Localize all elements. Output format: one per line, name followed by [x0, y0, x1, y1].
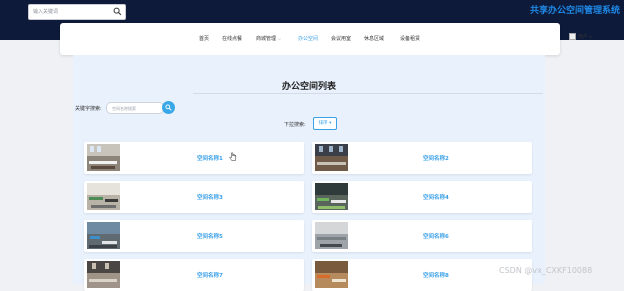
space-thumbnail[interactable] — [315, 222, 348, 249]
keyword-field[interactable] — [106, 102, 164, 114]
watermark: CSDN @vx_CXKF10088 — [499, 266, 593, 275]
space-thumbnail[interactable] — [315, 183, 348, 210]
space-name[interactable]: 空间名称6 — [423, 232, 503, 240]
nav-bar: 首页 在线点餐 商城管理 ⌵ 办公空间 会议用室 休息区域 设备租赁 用户 ▾ — [60, 23, 592, 55]
sort-dropdown-value: 排序 — [318, 121, 328, 126]
space-name[interactable]: 空间名称1 — [197, 154, 277, 162]
space-name[interactable]: 空间名称8 — [423, 271, 503, 279]
search-input[interactable] — [33, 6, 109, 18]
space-thumbnail[interactable] — [87, 144, 120, 171]
space-thumbnail[interactable] — [315, 144, 348, 171]
nav-item-mall[interactable]: 商城管理 ⌵ — [256, 35, 281, 42]
space-card[interactable]: 空间名称4 — [312, 181, 532, 213]
search-icon — [165, 104, 172, 111]
space-name[interactable]: 空间名称7 — [197, 271, 277, 279]
space-name[interactable]: 空间名称3 — [197, 193, 277, 201]
caret-down-icon: ▾ — [589, 34, 592, 39]
nav-item-order[interactable]: 在线点餐 — [222, 35, 242, 42]
main-content: 办公空间列表 关键字搜索: 下拉搜索: 排序 ▾ 空间名称1 空间名称2 — [73, 55, 545, 291]
caret-down-icon: ▾ — [329, 121, 332, 126]
space-name[interactable]: 空间名称4 — [423, 193, 503, 201]
sort-dropdown[interactable]: 排序 ▾ — [313, 117, 337, 130]
space-thumbnail[interactable] — [87, 222, 120, 249]
avatar-icon — [569, 33, 576, 40]
nav-item-meeting[interactable]: 会议用室 — [331, 35, 351, 42]
nav-item-home[interactable]: 首页 — [199, 35, 209, 42]
nav-item-rest[interactable]: 休息区域 — [364, 35, 384, 42]
space-card[interactable]: 空间名称8 — [312, 259, 532, 291]
space-card[interactable]: 空间名称7 — [84, 259, 304, 291]
keyword-label: 关键字搜索: — [75, 106, 102, 112]
user-label: 用户 — [578, 34, 589, 40]
keyword-search-button[interactable] — [162, 101, 175, 114]
space-name[interactable]: 空间名称2 — [423, 154, 503, 162]
dropdown-label: 下拉搜索: — [284, 122, 306, 128]
nav-item-mall-label: 商城管理 — [256, 36, 277, 42]
search-icon[interactable] — [113, 7, 122, 16]
title-divider — [193, 93, 543, 94]
space-thumbnail[interactable] — [87, 183, 120, 210]
nav-item-rental[interactable]: 设备租赁 — [400, 35, 420, 42]
space-card[interactable]: 空间名称5 — [84, 220, 304, 252]
keyword-input[interactable] — [112, 103, 160, 113]
search-box[interactable] — [28, 4, 126, 20]
chevron-down-icon: ⌵ — [278, 36, 282, 41]
space-name[interactable]: 空间名称5 — [197, 232, 277, 240]
nav-item-office[interactable]: 办公空间 — [298, 35, 318, 42]
hand-cursor-icon — [229, 152, 237, 161]
space-card[interactable]: 空间名称3 — [84, 181, 304, 213]
space-card[interactable]: 空间名称2 — [312, 142, 532, 174]
page-title: 办公空间列表 — [281, 82, 336, 92]
space-card[interactable]: 空间名称1 — [84, 142, 304, 174]
space-card[interactable]: 空间名称6 — [312, 220, 532, 252]
user-menu[interactable]: 用户 ▾ — [569, 33, 592, 40]
site-title: 共享办公空间管理系统 — [529, 6, 620, 16]
